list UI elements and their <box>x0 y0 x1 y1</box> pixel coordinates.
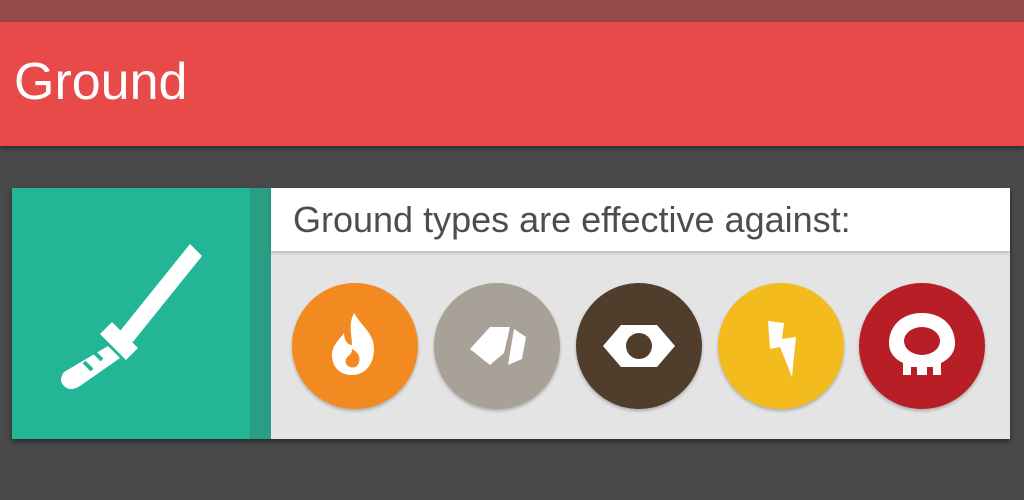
rock-icon <box>470 327 526 365</box>
heading-bar: Ground types are effective against: <box>271 188 1010 251</box>
type-fire-button[interactable] <box>292 283 418 409</box>
type-effectiveness-card[interactable]: Ground types are effective against: <box>12 188 1010 439</box>
steel-nut-icon <box>603 325 675 367</box>
skull-icon <box>889 313 955 375</box>
fire-icon <box>332 313 374 375</box>
type-stripe <box>250 188 271 439</box>
page-title: Ground <box>14 53 188 111</box>
app-bar: Ground <box>0 22 1024 146</box>
sword-icon <box>61 244 202 389</box>
type-steel-button[interactable] <box>576 283 702 409</box>
lightning-icon <box>768 321 796 377</box>
type-rock-button[interactable] <box>434 283 560 409</box>
type-poison-button[interactable] <box>859 283 985 409</box>
effective-against-heading: Ground types are effective against: <box>293 199 851 240</box>
status-bar <box>0 0 1024 22</box>
type-electric-button[interactable] <box>718 283 844 409</box>
move-type-panel <box>12 188 250 439</box>
